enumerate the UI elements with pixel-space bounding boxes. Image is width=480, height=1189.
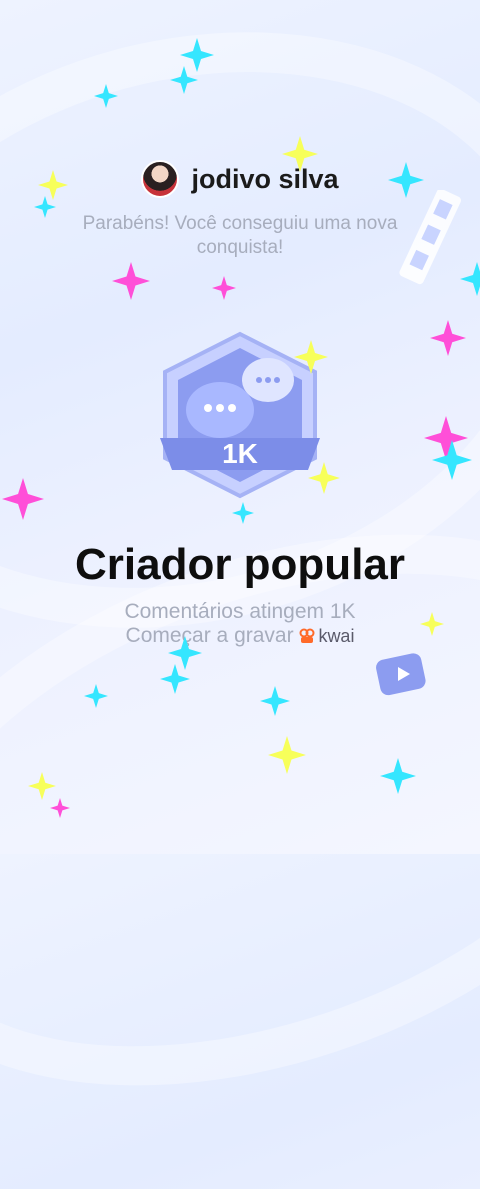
sparkle-icon [28,772,56,800]
sparkle-icon [260,686,290,716]
sparkle-icon [420,612,444,636]
sparkle-icon [460,262,480,296]
achievement-description-block: Comentários atingem 1K Começar a gravar … [0,600,480,648]
kwai-logo: kwai [299,624,354,648]
sparkle-icon [432,440,472,480]
record-prompt-row[interactable]: Começar a gravar kwai [0,624,480,648]
kwai-brand-text: kwai [318,626,355,647]
kwai-icon [299,628,315,644]
sparkle-icon [282,136,318,172]
film-strip-decoration [399,190,461,285]
sparkle-icon [232,502,254,524]
record-prompt[interactable]: Começar a gravar [126,624,294,647]
achievement-title: Criador popular [74,540,406,589]
sparkle-icon [294,340,328,374]
sparkle-icon [430,320,466,356]
sparkle-icon [380,758,416,794]
sparkle-icon [112,262,150,300]
sparkle-icon [160,664,190,694]
sparkle-icon [212,276,236,300]
play-card-decoration [376,653,426,696]
sparkle-icon [50,798,70,818]
sparkle-icon [170,66,198,94]
sparkle-icon [2,478,44,520]
badge-label: 1K [222,438,258,469]
sparkle-icon [268,736,306,774]
sparkle-icon [84,684,108,708]
achievement-description: Comentários atingem 1K [124,600,356,623]
sparkle-icon [388,162,424,198]
sparkle-icon [308,462,340,494]
avatar [141,160,180,198]
congrats-message: Parabéns! Você conseguiu uma nova conqui… [82,213,398,258]
sparkle-icon [94,84,118,108]
sparkle-icon [34,196,56,218]
